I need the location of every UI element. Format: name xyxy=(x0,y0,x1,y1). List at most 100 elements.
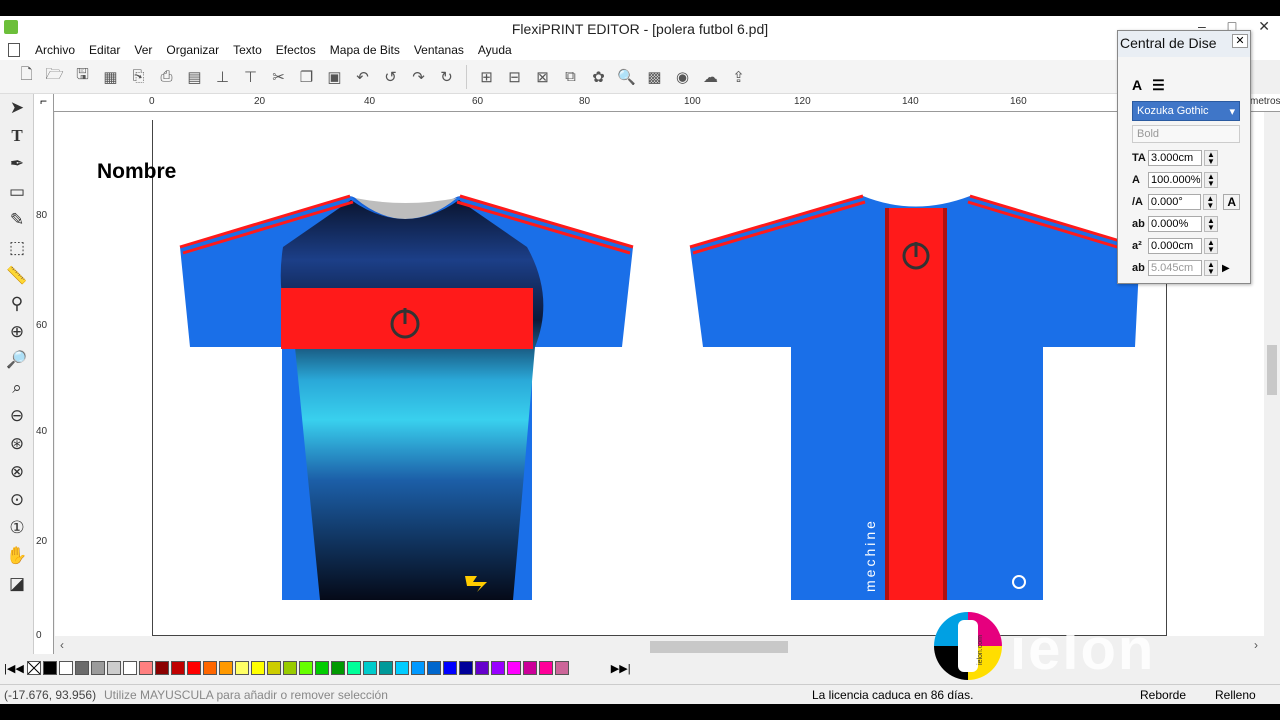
color-swatch[interactable] xyxy=(122,661,137,675)
menu-mapa-de-bits[interactable]: Mapa de Bits xyxy=(323,43,407,57)
design-canvas[interactable]: Nombre mechine xyxy=(55,112,1267,636)
color-swatch[interactable] xyxy=(442,661,457,675)
horizontal-ruler[interactable]: 0 20 40 60 80 100 120 140 160 metros xyxy=(54,94,1280,112)
redo-icon[interactable]: ↷ xyxy=(406,64,431,89)
color-swatch[interactable] xyxy=(106,661,121,675)
select-arrow-icon[interactable]: ➤ xyxy=(0,94,34,122)
align-icon[interactable]: ⊟ xyxy=(502,64,527,89)
copy-icon[interactable]: ❐ xyxy=(294,64,319,89)
cloud-icon[interactable]: ☁ xyxy=(698,64,723,89)
color-swatch[interactable] xyxy=(298,661,313,675)
color-swatch[interactable] xyxy=(346,661,361,675)
font-style-select[interactable]: Bold xyxy=(1132,125,1240,143)
zoom-all-icon[interactable]: ⊛ xyxy=(0,430,34,458)
save-icon[interactable]: 🖫 xyxy=(70,64,95,89)
size-stepper[interactable]: ▲ ▼ xyxy=(1204,150,1218,166)
color-swatch[interactable] xyxy=(266,661,281,675)
color-swatch[interactable] xyxy=(474,661,489,675)
menu-ventanas[interactable]: Ventanas xyxy=(407,43,471,57)
color-swatch[interactable] xyxy=(554,661,569,675)
color-swatch[interactable] xyxy=(90,661,105,675)
panel-close-icon[interactable]: ✕ xyxy=(1232,34,1248,48)
new-file-icon[interactable]: 🗋 xyxy=(14,64,39,89)
undo-multi-icon[interactable]: ↺ xyxy=(378,64,403,89)
cloud-upload-icon[interactable]: ⇪ xyxy=(726,64,751,89)
color-swatch[interactable] xyxy=(218,661,233,675)
horizontal-scroll-thumb[interactable] xyxy=(650,641,788,653)
arrange-icon[interactable]: ⊞ xyxy=(474,64,499,89)
redo-multi-icon[interactable]: ↻ xyxy=(434,64,459,89)
magnify-icon[interactable]: 🔍 xyxy=(614,64,639,89)
color-swatch[interactable] xyxy=(42,661,57,675)
eyedropper-icon[interactable]: ⚲ xyxy=(0,290,34,318)
palette-next-icon[interactable]: ▶▶| xyxy=(611,662,631,675)
color-swatch[interactable] xyxy=(154,661,169,675)
line-stepper[interactable]: ▲ ▼ xyxy=(1204,260,1218,276)
save-as-icon[interactable]: ▦ xyxy=(98,64,123,89)
offset-stepper[interactable]: ▲ ▼ xyxy=(1204,238,1218,254)
color-swatch[interactable] xyxy=(74,661,89,675)
color-swatch[interactable] xyxy=(58,661,73,675)
color-swatch[interactable] xyxy=(458,661,473,675)
color-swatch[interactable] xyxy=(490,661,505,675)
font-size-field[interactable]: 3.000cm xyxy=(1148,150,1202,166)
color-swatch[interactable] xyxy=(282,661,297,675)
menu-editar[interactable]: Editar xyxy=(82,43,127,57)
spacing-stepper[interactable]: ▲ ▼ xyxy=(1204,216,1218,232)
slant-stepper[interactable]: ▲ ▼ xyxy=(1203,194,1218,210)
plot-icon[interactable]: ⊤ xyxy=(238,64,263,89)
paragraph-tab-icon[interactable]: ☰ xyxy=(1152,77,1165,94)
color-swatch[interactable] xyxy=(410,661,425,675)
scale-stepper[interactable]: ▲ ▼ xyxy=(1204,172,1218,188)
zoom-in-icon[interactable]: 🔎 xyxy=(0,346,34,374)
baseline-field[interactable]: 0.000cm xyxy=(1148,238,1202,254)
color-swatch[interactable] xyxy=(202,661,217,675)
open-file-icon[interactable]: 🗁 xyxy=(42,64,67,89)
vertical-ruler[interactable]: 80 60 40 20 0 xyxy=(34,110,54,654)
pan-hand-icon[interactable]: ✋ xyxy=(0,542,34,570)
color-swatch[interactable] xyxy=(234,661,249,675)
zoom-selection-icon[interactable]: ⊗ xyxy=(0,458,34,486)
expand-arrow-icon[interactable]: ▶ xyxy=(1222,263,1230,274)
menu-texto[interactable]: Texto xyxy=(226,43,269,57)
undo-icon[interactable]: ↶ xyxy=(350,64,375,89)
color-picker-icon[interactable]: ◉ xyxy=(670,64,695,89)
scale-field[interactable]: 100.000% xyxy=(1148,172,1202,188)
cutter-icon[interactable]: ⊥ xyxy=(210,64,235,89)
import-icon[interactable]: ⎘ xyxy=(126,64,151,89)
slant-field[interactable]: 0.000° xyxy=(1147,194,1202,210)
close-button[interactable]: ✕ xyxy=(1258,18,1270,35)
print-icon[interactable]: ⎙ xyxy=(154,64,179,89)
back-jersey[interactable]: mechine xyxy=(689,194,1141,600)
printer-setup-icon[interactable]: ▤ xyxy=(182,64,207,89)
line-spacing-field[interactable]: 5.045cm xyxy=(1148,260,1202,276)
fill-tool-icon[interactable]: ◪ xyxy=(0,570,34,598)
menu-ayuda[interactable]: Ayuda xyxy=(471,43,519,57)
paste-icon[interactable]: ▣ xyxy=(322,64,347,89)
menu-ver[interactable]: Ver xyxy=(127,43,159,57)
document-icon[interactable] xyxy=(8,43,20,57)
text-format-tab-icon[interactable]: A xyxy=(1132,77,1142,94)
swatch-grid-icon[interactable]: ▩ xyxy=(642,64,667,89)
pen-tool-icon[interactable]: ✒ xyxy=(0,150,34,178)
menu-archivo[interactable]: Archivo xyxy=(28,43,82,57)
color-swatch[interactable] xyxy=(394,661,409,675)
rectangle-tool-icon[interactable]: ▭ xyxy=(0,178,34,206)
color-swatch[interactable] xyxy=(250,661,265,675)
char-spacing-field[interactable]: 0.000% xyxy=(1148,216,1202,232)
group-icon[interactable]: ⊠ xyxy=(530,64,555,89)
color-swatch[interactable] xyxy=(330,661,345,675)
zoom-fit-icon[interactable]: ⊕ xyxy=(0,318,34,346)
zoom-previous-icon[interactable]: ⊙ xyxy=(0,486,34,514)
palette-first-icon[interactable]: |◀◀ xyxy=(4,662,24,675)
front-jersey[interactable] xyxy=(179,194,634,600)
crop-tool-icon[interactable]: ⬚ xyxy=(0,234,34,262)
measure-tool-icon[interactable]: 📏 xyxy=(0,262,34,290)
font-select[interactable]: Kozuka Gothic ▾ xyxy=(1132,101,1240,121)
color-wheel-icon[interactable]: ✿ xyxy=(586,64,611,89)
color-swatch[interactable] xyxy=(362,661,377,675)
color-swatch[interactable] xyxy=(314,661,329,675)
color-swatch[interactable] xyxy=(186,661,201,675)
color-swatch[interactable] xyxy=(378,661,393,675)
text-tool-icon[interactable]: T xyxy=(0,122,34,150)
